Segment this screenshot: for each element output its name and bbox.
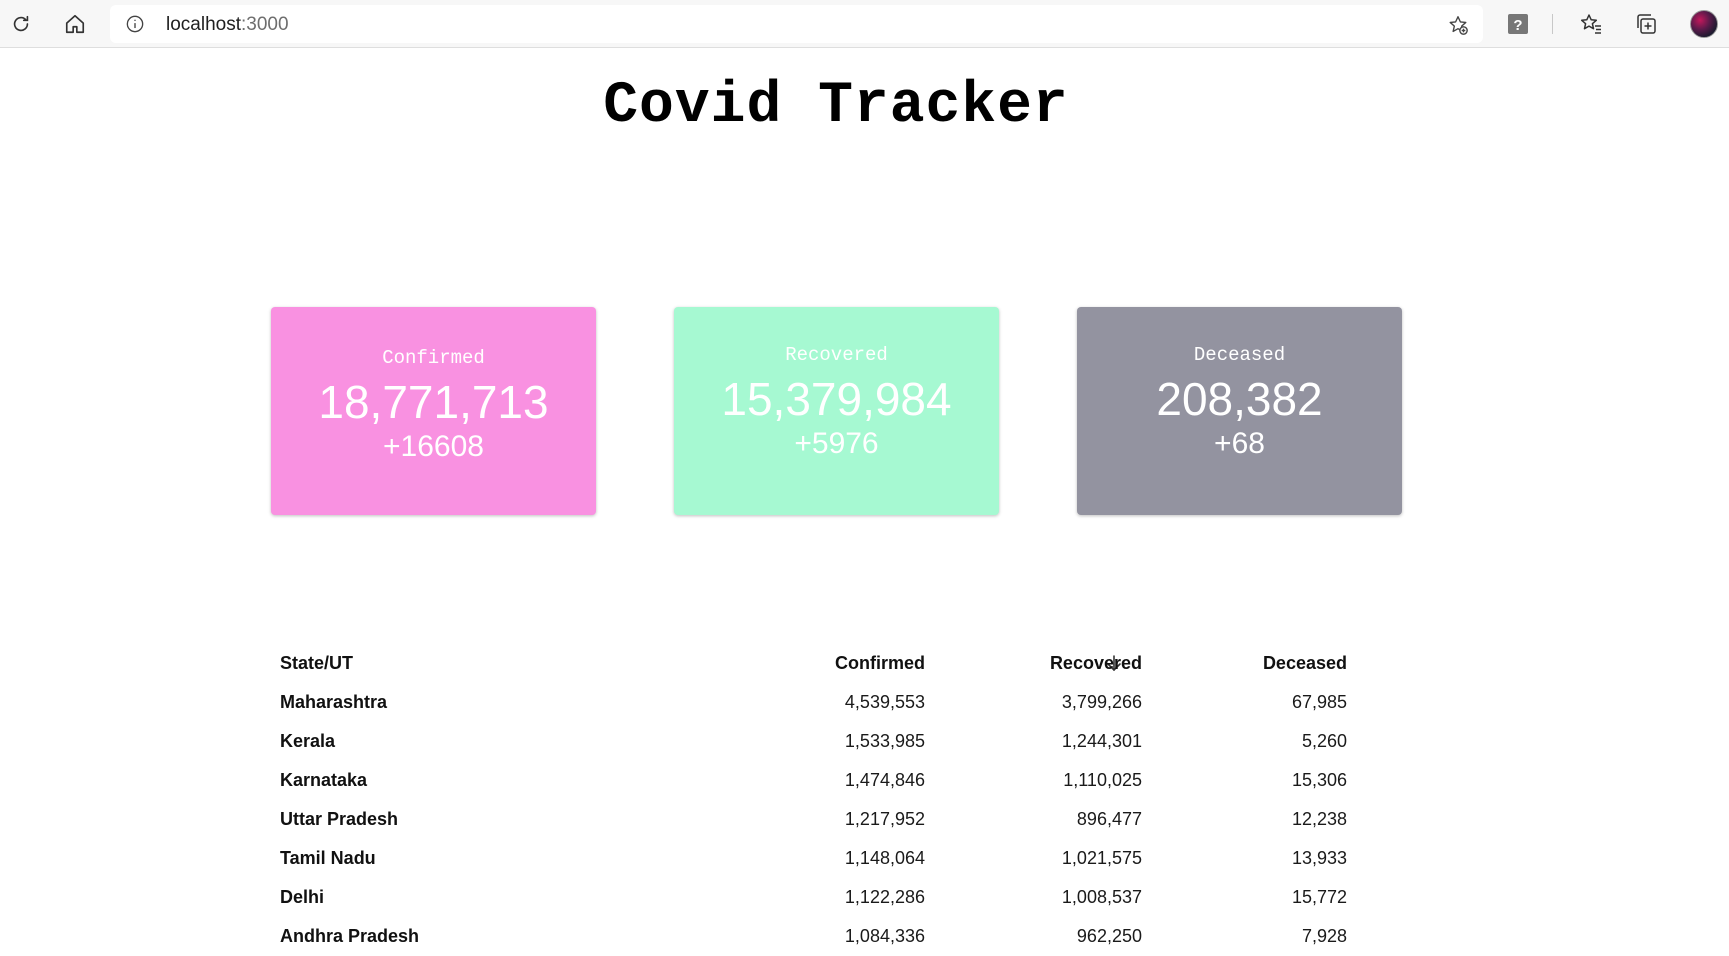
url-text[interactable]: localhost:3000 — [166, 14, 289, 36]
favorites-icon — [1580, 14, 1601, 34]
row-state: Uttar Pradesh — [280, 809, 399, 829]
row-confirmed: 1,217,952 — [844, 809, 925, 829]
row-recovered: 896,477 — [1076, 809, 1142, 829]
row-deceased: 15,306 — [1291, 770, 1347, 790]
profile-avatar[interactable] — [1690, 10, 1718, 38]
collections-button[interactable] — [1630, 8, 1662, 40]
row-deceased: 12,238 — [1291, 809, 1347, 829]
row-state: Karnataka — [280, 770, 368, 790]
table-row: Kerala 1,533,985 1,244,301 5,260 — [272, 722, 1404, 761]
row-recovered: 1,110,025 — [1063, 770, 1142, 790]
header-deceased[interactable]: Deceased — [1263, 653, 1347, 674]
deceased-card-delta: +68 — [1214, 427, 1265, 460]
row-recovered: 1,008,537 — [1061, 887, 1142, 907]
table-row: Delhi 1,122,286 1,008,537 15,772 — [272, 878, 1404, 917]
address-bar[interactable]: localhost:3000 — [110, 5, 1483, 43]
row-confirmed: 1,084,336 — [844, 926, 925, 946]
reload-icon — [13, 15, 29, 32]
row-deceased: 13,933 — [1291, 848, 1347, 868]
table-body: Maharashtra 4,539,553 3,799,266 67,985 Keral… — [272, 683, 1404, 956]
table-header-row: State/UT Confirmed Recovered Deceased — [272, 644, 1404, 683]
table-row: Uttar Pradesh 1,217,952 896,477 12,238 — [272, 800, 1404, 839]
header-recovered[interactable]: Recovered — [1050, 653, 1142, 674]
confirmed-card-value: 18,771,713 — [318, 376, 549, 428]
deceased-card-label: Deceased — [1193, 344, 1286, 366]
row-deceased: 15,772 — [1291, 887, 1347, 907]
row-deceased: 5,260 — [1301, 731, 1347, 751]
favorites-button[interactable] — [1575, 8, 1607, 40]
states-table: State/UT Confirmed Recovered Deceased Ma… — [272, 644, 1404, 956]
row-confirmed: 1,474,846 — [844, 770, 925, 790]
deceased-card-value: 208,382 — [1156, 373, 1323, 425]
table-row: Karnataka 1,474,846 1,110,025 15,306 — [272, 761, 1404, 800]
row-state: Tamil Nadu — [280, 848, 376, 868]
confirmed-card-delta: +16608 — [383, 430, 484, 463]
confirmed-card-label: Confirmed — [382, 347, 485, 369]
page-title: Covid Tracker — [603, 74, 1069, 139]
row-state: Kerala — [280, 731, 336, 751]
help-extension-icon: ? — [1508, 14, 1528, 34]
row-confirmed: 1,148,064 — [844, 848, 925, 868]
home-button[interactable] — [59, 8, 91, 40]
row-recovered: 962,250 — [1076, 926, 1142, 946]
row-confirmed: 1,122,286 — [844, 887, 925, 907]
browser-toolbar: localhost:3000 ? — [0, 0, 1729, 48]
row-state: Delhi — [280, 887, 325, 907]
recovered-card-value: 15,379,984 — [721, 373, 952, 425]
row-confirmed: 4,539,553 — [844, 692, 925, 712]
add-favorite-icon[interactable] — [1447, 14, 1469, 36]
header-state[interactable]: State/UT — [280, 653, 353, 674]
row-state: Andhra Pradesh — [280, 926, 420, 946]
toolbar-divider — [1552, 14, 1553, 34]
recovered-card-label: Recovered — [785, 344, 888, 366]
row-deceased: 67,985 — [1291, 692, 1347, 712]
svg-text:?: ? — [1513, 17, 1522, 34]
home-icon — [65, 14, 85, 34]
table-row: Andhra Pradesh 1,084,336 962,250 7,928 — [272, 917, 1404, 956]
confirmed-card: Confirmed 18,771,713 +16608 — [271, 307, 596, 515]
row-recovered: 1,244,301 — [1061, 731, 1142, 751]
info-icon[interactable] — [126, 15, 144, 33]
url-port: :3000 — [241, 14, 289, 35]
reload-button[interactable] — [5, 8, 37, 40]
recovered-card: Recovered 15,379,984 +5976 — [674, 307, 999, 515]
row-state: Maharashtra — [280, 692, 388, 712]
table-row: Maharashtra 4,539,553 3,799,266 67,985 — [272, 683, 1404, 722]
table-row: Tamil Nadu 1,148,064 1,021,575 13,933 — [272, 839, 1404, 878]
row-recovered: 3,799,266 — [1061, 692, 1142, 712]
extension-button[interactable]: ? — [1502, 8, 1534, 40]
recovered-card-delta: +5976 — [794, 427, 879, 460]
header-confirmed[interactable]: Confirmed — [835, 653, 925, 674]
row-confirmed: 1,533,985 — [844, 731, 925, 751]
deceased-card: Deceased 208,382 +68 — [1077, 307, 1402, 515]
url-host: localhost — [166, 14, 241, 35]
row-recovered: 1,021,575 — [1061, 848, 1142, 868]
row-deceased: 7,928 — [1301, 926, 1347, 946]
collections-icon — [1637, 14, 1656, 34]
